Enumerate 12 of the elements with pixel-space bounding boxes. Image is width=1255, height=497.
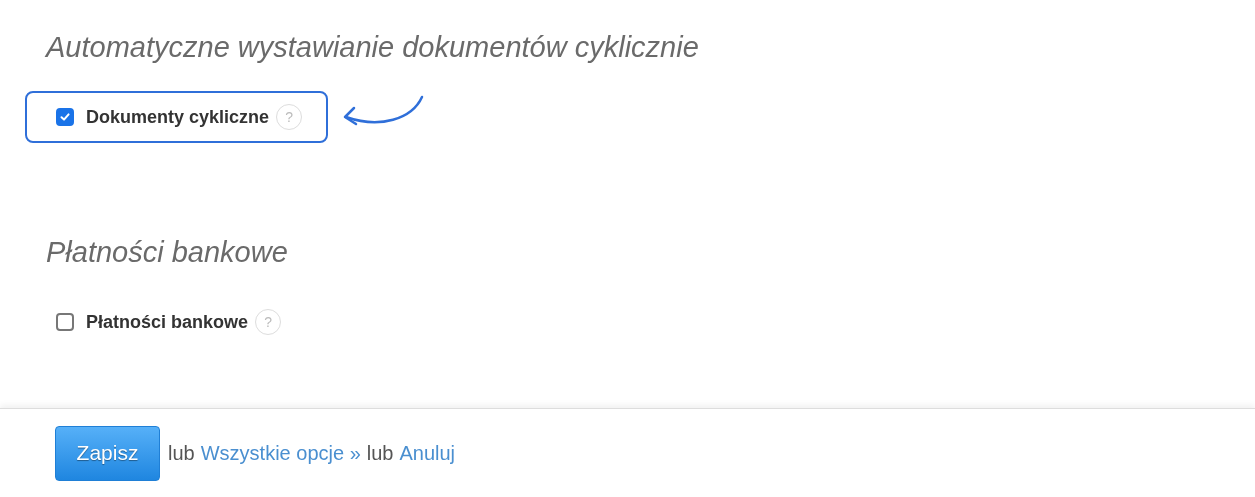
checkbox-label[interactable]: Płatności bankowe	[86, 311, 249, 333]
save-button[interactable]: Zapisz	[55, 425, 160, 481]
checkbox-label[interactable]: Dokumenty cykliczne	[86, 106, 270, 128]
check-icon	[59, 111, 71, 123]
or-text: lub	[366, 441, 394, 465]
or-text: lub	[168, 441, 195, 465]
section-heading: Automatyczne wystawianie dokumentów cyklicznie	[44, 30, 700, 65]
section-heading: Płatności bankowe	[45, 235, 289, 270]
all-options-link[interactable]: Wszystkie opcje »	[200, 441, 361, 465]
cancel-link[interactable]: Anuluj	[399, 441, 456, 465]
checkbox[interactable]	[56, 108, 74, 126]
checkbox[interactable]	[56, 313, 74, 331]
